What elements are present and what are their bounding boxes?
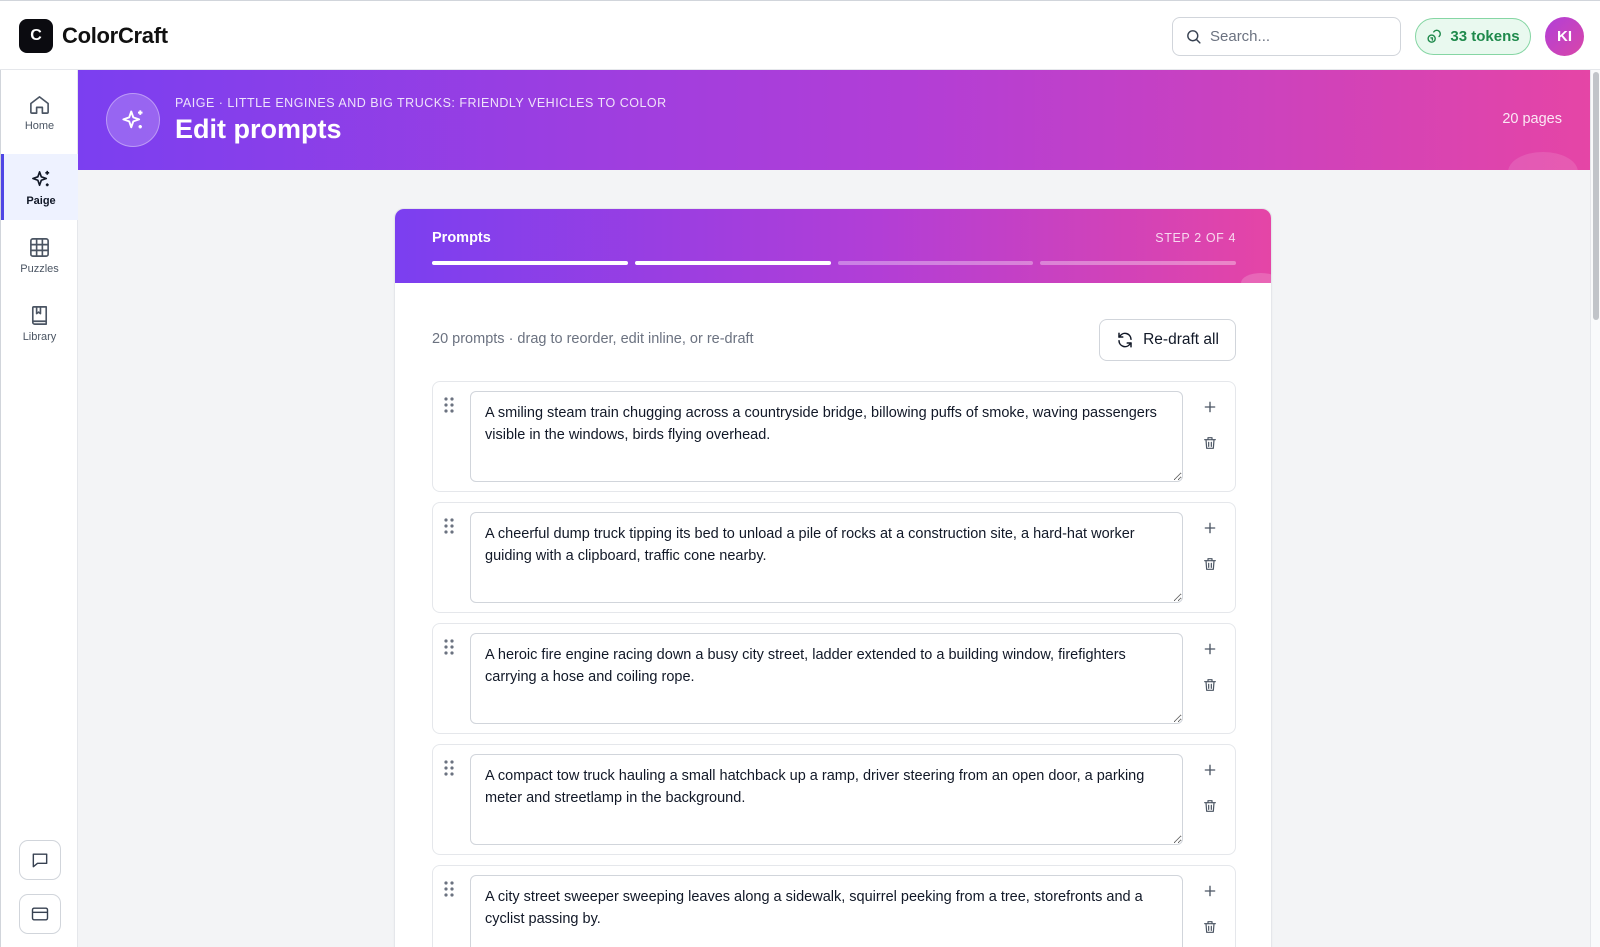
refresh-icon	[1118, 332, 1132, 348]
step-progress	[432, 261, 1236, 265]
progress-segment	[634, 261, 831, 265]
breadcrumb: Paige · Little Engines and Big Trucks: F…	[175, 96, 667, 110]
coins-icon	[1427, 29, 1442, 43]
card-title: Prompts	[432, 230, 491, 246]
page-scrollbar[interactable]	[1590, 70, 1600, 947]
trash-icon	[1204, 558, 1216, 570]
tokens-badge[interactable]: 33 tokens	[1415, 18, 1531, 55]
billing-button[interactable]	[19, 894, 61, 934]
search-box[interactable]	[1172, 17, 1401, 56]
progress-segment	[1040, 261, 1236, 265]
page-title: Edit prompts	[175, 114, 342, 144]
prompt-row: A city street sweeper sweeping leaves al…	[432, 865, 1236, 947]
hero-icon-badge	[106, 93, 160, 147]
prompts-card: Prompts Step 2 of 4 20 prompts · drag to…	[394, 208, 1272, 947]
progress-segment	[432, 261, 628, 265]
add-prompt-button[interactable]	[1199, 517, 1221, 539]
sidebar-item-home[interactable]: Home	[1, 79, 78, 145]
sidebar-item-label: Home	[24, 119, 55, 132]
user-avatar[interactable]: KI	[1545, 17, 1584, 56]
add-prompt-button[interactable]	[1199, 880, 1221, 902]
grid-icon	[30, 237, 49, 257]
plus-icon	[1204, 764, 1216, 776]
drag-handle-icon[interactable]	[442, 638, 456, 656]
plus-icon	[1204, 643, 1216, 655]
app-name[interactable]: ColorCraft	[62, 23, 168, 49]
sidebar-item-puzzles[interactable]: Puzzles	[1, 222, 78, 288]
book-icon	[31, 305, 48, 325]
prompt-row: A heroic fire engine racing down a busy …	[432, 623, 1236, 734]
tokens-label: 33 tokens	[1450, 28, 1520, 45]
plus-icon	[1204, 522, 1216, 534]
prompts-summary: 20 prompts · drag to reorder, edit inlin…	[432, 331, 754, 347]
sidebar-item-paige[interactable]: Paige	[1, 154, 78, 220]
chat-button[interactable]	[19, 840, 61, 880]
hero-banner: Paige · Little Engines and Big Trucks: F…	[78, 70, 1590, 170]
sidebar-item-label: Paige	[26, 194, 56, 207]
trash-icon	[1204, 437, 1216, 449]
add-prompt-button[interactable]	[1199, 759, 1221, 781]
search-input[interactable]	[1210, 28, 1390, 45]
prompt-row: A compact tow truck hauling a small hatc…	[432, 744, 1236, 855]
drag-handle-icon[interactable]	[442, 880, 456, 898]
home-icon	[30, 95, 49, 114]
delete-prompt-button[interactable]	[1199, 432, 1221, 454]
search-icon	[1187, 30, 1201, 44]
add-prompt-button[interactable]	[1199, 638, 1221, 660]
decorative-blob	[1508, 152, 1578, 170]
card-icon	[31, 907, 49, 921]
step-indicator: Step 2 of 4	[1155, 231, 1236, 245]
prompt-row: A cheerful dump truck tipping its bed to…	[432, 502, 1236, 613]
prompt-textarea[interactable]: A heroic fire engine racing down a busy …	[470, 633, 1183, 724]
delete-prompt-button[interactable]	[1199, 916, 1221, 938]
trash-icon	[1204, 921, 1216, 933]
top-bar: C ColorCraft 33 tokens KI	[0, 0, 1600, 70]
sidebar: Home Paige Puzzles Library	[0, 70, 78, 947]
app-logo[interactable]: C	[19, 19, 53, 53]
delete-prompt-button[interactable]	[1199, 553, 1221, 575]
chat-icon	[32, 853, 48, 868]
plus-icon	[1204, 885, 1216, 897]
sparkles-icon	[31, 170, 49, 186]
prompt-textarea[interactable]: A cheerful dump truck tipping its bed to…	[470, 512, 1183, 603]
prompt-textarea[interactable]: A compact tow truck hauling a small hatc…	[470, 754, 1183, 845]
sidebar-item-library[interactable]: Library	[1, 290, 78, 356]
delete-prompt-button[interactable]	[1199, 674, 1221, 696]
plus-icon	[1204, 401, 1216, 413]
sparkles-icon	[121, 109, 142, 128]
decorative-blob	[1241, 273, 1271, 283]
card-header: Prompts Step 2 of 4	[395, 209, 1271, 283]
scrollbar-thumb[interactable]	[1593, 72, 1599, 320]
drag-handle-icon[interactable]	[442, 396, 456, 414]
delete-prompt-button[interactable]	[1199, 795, 1221, 817]
drag-handle-icon[interactable]	[442, 759, 456, 777]
add-prompt-button[interactable]	[1199, 396, 1221, 418]
redraft-all-label: Re-draft all	[1143, 331, 1219, 348]
prompt-textarea[interactable]: A city street sweeper sweeping leaves al…	[470, 875, 1183, 947]
prompt-row: A smiling steam train chugging across a …	[432, 381, 1236, 492]
sidebar-item-label: Puzzles	[20, 262, 59, 275]
progress-segment	[837, 261, 1034, 265]
trash-icon	[1204, 800, 1216, 812]
page-count: 20 pages	[1502, 111, 1562, 127]
drag-handle-icon[interactable]	[442, 517, 456, 535]
prompt-textarea[interactable]: A smiling steam train chugging across a …	[470, 391, 1183, 482]
redraft-all-button[interactable]: Re-draft all	[1099, 319, 1236, 361]
sidebar-item-label: Library	[22, 330, 57, 343]
trash-icon	[1204, 679, 1216, 691]
